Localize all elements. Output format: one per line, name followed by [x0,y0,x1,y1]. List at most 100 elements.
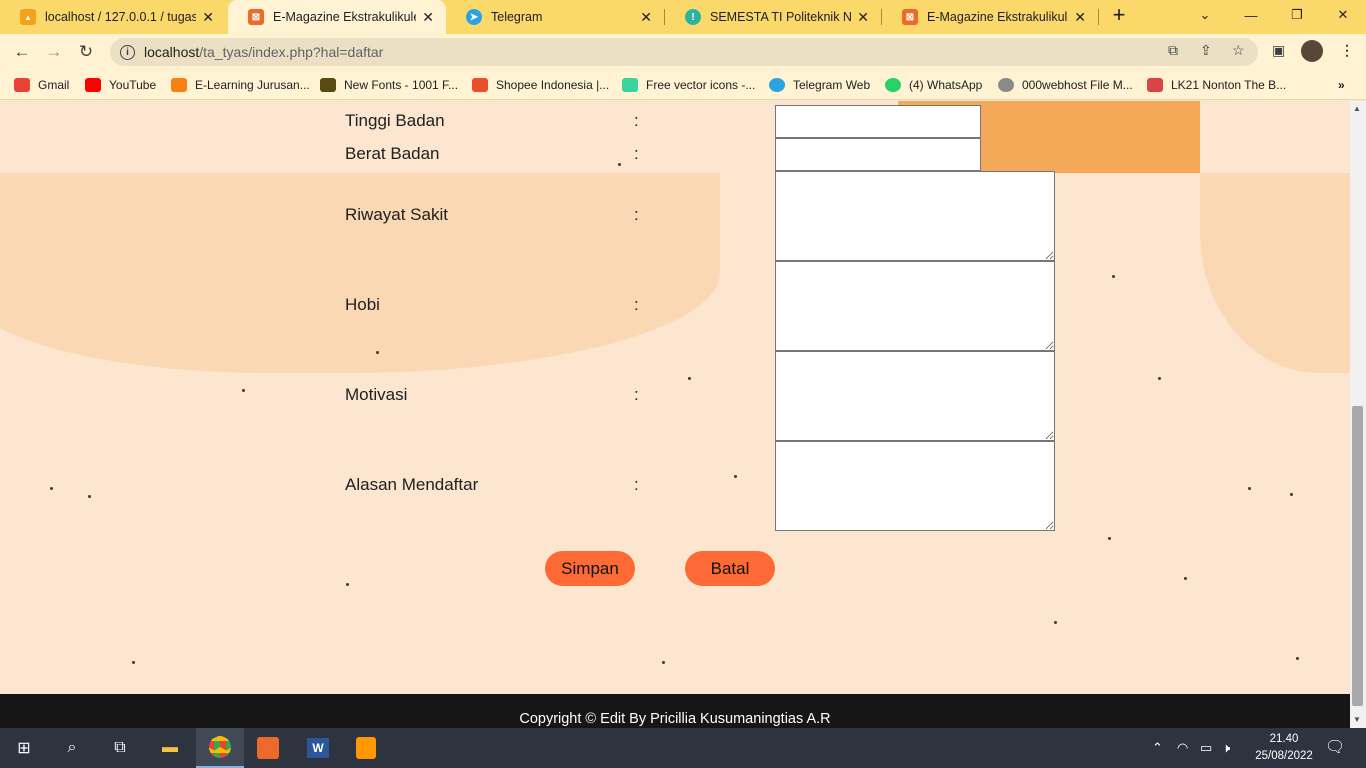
task-view-icon[interactable]: ⧉ [96,728,144,768]
back-arrow-icon[interactable]: ← [9,39,35,65]
label-tinggi-badan: Tinggi Badan [345,111,445,130]
tab-phpmyadmin[interactable]: ▲ localhost / 127.0.0.1 / tugas_ ✕ [0,0,226,34]
close-icon[interactable]: ✕ [640,9,652,26]
shopee-icon [472,78,488,92]
battery-icon[interactable]: ▭ [1200,740,1212,756]
label-motivasi: Motivasi [345,385,408,404]
bookmark-label: New Fonts - 1001 F... [344,78,459,92]
bookmark-flaticon[interactable]: Free vector icons -... [622,76,755,94]
share-icon[interactable]: ⇪ [1200,42,1212,59]
clock-time: 21.40 [1269,733,1299,745]
bookmark-telegram[interactable]: Telegram Web [769,76,870,94]
notifications-icon[interactable]: 🗨 [1325,737,1345,757]
tab-telegram[interactable]: ➤ Telegram ✕ [446,0,664,34]
chrome-icon[interactable] [196,728,244,768]
berat-badan-input[interactable] [775,138,981,171]
tinggi-badan-input[interactable] [775,105,981,138]
hobi-textarea[interactable] [775,261,1055,351]
phpmyadmin-icon: ▲ [20,9,36,25]
colon: : [634,475,639,494]
file-explorer-icon[interactable]: ▬ [146,728,194,768]
url-host: localhost [144,44,200,60]
bookmark-newfonts[interactable]: New Fonts - 1001 F... [320,76,458,94]
colon: : [634,205,639,224]
wifi-icon[interactable]: ◠ [1177,740,1188,756]
bookmark-000webhost[interactable]: 000webhost File M... [998,76,1133,94]
address-bar[interactable]: i localhost /ta_tyas/index.php?hal=dafta… [110,38,1258,66]
translate-icon[interactable]: ⧉ [1168,42,1178,59]
word-icon[interactable]: W [294,728,342,768]
label-berat-badan: Berat Badan [345,144,440,163]
bookmark-shopee[interactable]: Shopee Indonesia |... [472,76,609,94]
bookmark-label: Gmail [38,78,70,92]
riwayat-sakit-textarea[interactable] [775,171,1055,261]
browser-tab-strip: ▲ localhost / 127.0.0.1 / tugas_ ✕ ⊠ E-M… [0,0,1366,34]
tab-title: E-Magazine Ekstrakulikuler [927,10,1069,24]
bookmark-label: Free vector icons -... [646,78,756,92]
motivasi-textarea[interactable] [775,351,1055,441]
tab-emagazine-active[interactable]: ⊠ E-Magazine Ekstrakulikuler ✕ [228,0,446,34]
simpan-button[interactable]: Simpan [545,551,635,586]
minimize-icon[interactable]: — [1228,0,1274,30]
system-clock[interactable]: 21.40 25/08/2022 [1248,731,1320,765]
copyright-text: Copyright © Edit By Pricillia Kusumaning… [519,711,831,727]
bookmark-label: E-Learning Jurusan... [195,78,310,92]
bookmarks-overflow-icon[interactable]: » [1338,76,1345,94]
tab-title: SEMESTA TI Politeknik Neger [710,10,852,24]
telegram-icon: ➤ [466,9,482,25]
close-icon[interactable]: ✕ [857,9,869,26]
close-icon[interactable]: ✕ [202,9,214,26]
bookmark-star-icon[interactable]: ☆ [1232,42,1245,59]
restore-icon[interactable]: ❐ [1274,0,1320,30]
scroll-down-icon[interactable]: ▼ [1353,715,1361,724]
xampp-icon: ⊠ [902,9,918,25]
menu-kebab-icon[interactable]: ⋮ [1340,42,1354,59]
screen: ▲ localhost / 127.0.0.1 / tugas_ ✕ ⊠ E-M… [0,0,1366,768]
bookmark-gmail[interactable]: Gmail [14,76,69,94]
batal-button[interactable]: Batal [685,551,775,586]
tab-semesta[interactable]: ! SEMESTA TI Politeknik Neger ✕ [665,0,881,34]
sublime-text-icon[interactable] [342,728,390,768]
clock-date: 25/08/2022 [1255,750,1313,762]
xampp-icon[interactable] [244,728,292,768]
colon: : [634,295,639,314]
tab-title: localhost / 127.0.0.1 / tugas_ [45,10,197,24]
reload-icon[interactable]: ↻ [73,39,99,65]
bookmark-lk21[interactable]: LK21 Nonton The B... [1147,76,1286,94]
page-scrollbar[interactable]: ▲ ▼ [1350,101,1366,728]
bookmark-label: (4) WhatsApp [909,78,983,92]
profile-avatar[interactable] [1301,40,1323,62]
bookmark-label: Telegram Web [793,78,871,92]
bookmark-elearning[interactable]: E-Learning Jurusan... [171,76,310,94]
bookmarks-bar: Gmail YouTube E-Learning Jurusan... New … [0,70,1366,100]
forward-arrow-icon[interactable]: → [41,39,67,65]
close-icon[interactable]: ✕ [1074,9,1086,26]
label-riwayat-sakit: Riwayat Sakit [345,205,448,224]
site-info-icon[interactable]: i [120,44,135,60]
bookmark-youtube[interactable]: YouTube [85,76,156,94]
windows-start-icon[interactable]: ⊞ [0,728,48,768]
bookmark-whatsapp[interactable]: (4) WhatsApp [885,76,982,94]
volume-icon[interactable]: 🕨 [1222,740,1230,756]
close-window-icon[interactable]: ✕ [1320,0,1366,30]
alasan-mendaftar-textarea[interactable] [775,441,1055,531]
scroll-up-icon[interactable]: ▲ [1353,104,1361,113]
tray-overflow-icon[interactable]: ⌃ [1152,740,1163,756]
tab-emagazine[interactable]: ⊠ E-Magazine Ekstrakulikuler ✕ [882,0,1098,34]
label-alasan-mendaftar: Alasan Mendaftar [345,475,479,494]
tab-title: E-Magazine Ekstrakulikuler [273,10,417,24]
whatsapp-icon [885,78,901,92]
webhost-icon [998,78,1014,92]
scroll-thumb[interactable] [1352,406,1363,706]
background-shape [0,173,720,373]
search-icon[interactable]: ⌕ [48,728,96,768]
flaticon-icon [622,78,638,92]
new-tab-button[interactable]: + [1096,0,1142,30]
tab-search-icon[interactable]: ⌄ [1182,0,1228,30]
bookmark-label: YouTube [109,78,157,92]
background-shape [1200,173,1350,373]
windows-taskbar: ⊞ ⌕ ⧉ ▬ W ⌃ ◠ ▭ 🕨 21.40 25/08/2022 🗨 [0,728,1366,768]
close-icon[interactable]: ✕ [422,9,434,26]
label-hobi: Hobi [345,295,380,314]
side-panel-icon[interactable]: ▣ [1272,42,1285,59]
